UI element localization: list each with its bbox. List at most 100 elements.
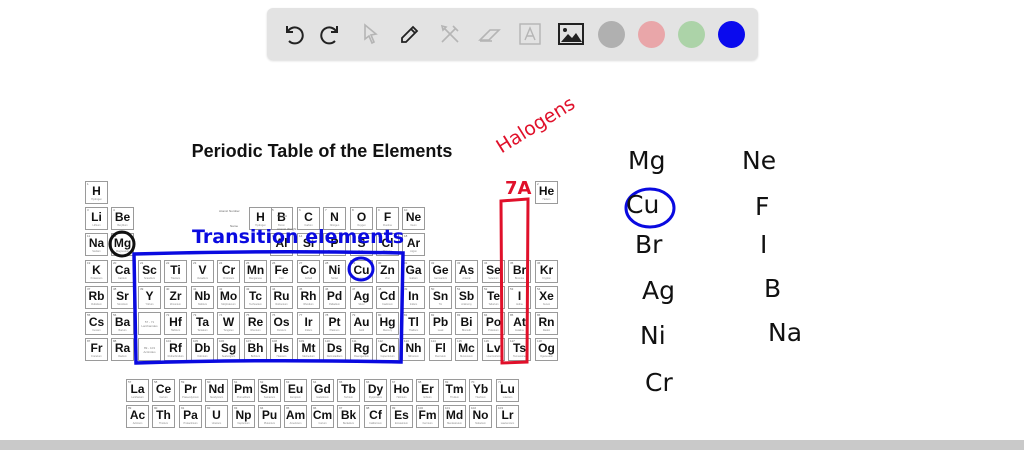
element-symbol: Mt <box>301 341 316 355</box>
element-symbol: No <box>472 408 489 422</box>
element-name: Astatine <box>514 329 525 332</box>
element-symbol: Tc <box>248 289 263 303</box>
element-cell-rh: 45 Rh Rhodium <box>297 286 320 309</box>
element-name: Hassium <box>276 355 287 358</box>
element-name: Plutonium <box>263 422 276 425</box>
element-symbol: Rb <box>88 289 105 303</box>
legend-symbol-label: Symbol <box>277 214 288 218</box>
element-cell-co: 27 Co Cobalt <box>297 260 320 283</box>
element-symbol: V <box>198 263 207 277</box>
element-name: Californium <box>369 422 382 425</box>
tools-button[interactable] <box>434 18 466 50</box>
element-name: Rutherfordium <box>167 355 184 358</box>
element-name: Platinum <box>329 329 340 332</box>
element-symbol: Ir <box>304 315 313 329</box>
element-name: Palladium <box>329 303 340 306</box>
element-cell-hf: 72 Hf Hafnium <box>164 312 187 335</box>
element-symbol: Db <box>194 341 211 355</box>
element-symbol: Os <box>273 315 290 329</box>
element-cell-rf: 104 Rf Rutherfordium <box>164 338 187 361</box>
color-green[interactable] <box>678 21 705 48</box>
element-cell-zn: 30 Zn Zinc <box>376 260 399 283</box>
color-gray[interactable] <box>598 21 625 48</box>
element-name: Molybdenum <box>221 303 236 306</box>
element-cell-cs: 55 Cs Cesium <box>85 312 108 335</box>
element-name: Zirconium <box>170 303 181 306</box>
element-symbol: Nb <box>194 289 211 303</box>
list-item: Br <box>635 230 663 259</box>
element-symbol: Md <box>445 408 464 422</box>
pen-tool[interactable] <box>394 18 426 50</box>
element-symbol: Ge <box>432 263 449 277</box>
element-name: Yttrium <box>145 303 154 306</box>
redo-button[interactable] <box>315 18 347 50</box>
element-name: Lithium <box>92 224 101 227</box>
lanthanides-label: 57 - 71 Lanthanides <box>141 320 158 328</box>
element-symbol: Zn <box>380 263 395 277</box>
element-symbol: Ba <box>114 315 131 329</box>
element-cell-sm: 62 Sm Samarium <box>258 379 281 402</box>
element-symbol: Co <box>300 263 317 277</box>
element-cell-er: 68 Er Erbium <box>416 379 439 402</box>
undo-button[interactable] <box>277 18 309 50</box>
element-name: Niobium <box>197 303 208 306</box>
element-name: Copper <box>357 277 366 280</box>
color-blue-selected[interactable] <box>718 21 745 48</box>
element-cell-zr: 40 Zr Zirconium <box>164 286 187 309</box>
element-name: Neptunium <box>237 422 250 425</box>
element-symbol: La <box>130 382 145 396</box>
drawing-toolbar <box>267 8 758 60</box>
element-cell-fr: 87 Fr Francium <box>85 338 108 361</box>
element-name: Iodine <box>516 303 523 306</box>
group-7a-label: 7A <box>505 178 532 199</box>
element-symbol: Sn <box>432 289 449 303</box>
element-cell-sr: 38 Sr Strontium <box>111 286 134 309</box>
element-name: Cobalt <box>304 277 313 280</box>
element-symbol: Sr <box>116 289 129 303</box>
element-cell-mt: 109 Mt Meitnerium <box>297 338 320 361</box>
element-cell-fm: 100 Fm Fermium <box>416 405 439 428</box>
element-symbol: Au <box>353 315 370 329</box>
horizontal-scrollbar[interactable] <box>0 440 1024 450</box>
element-name: Lead <box>437 329 444 332</box>
element-symbol: Xe <box>539 289 554 303</box>
element-cell-cu: 29 Cu Copper <box>350 260 373 283</box>
element-name: Curium <box>318 422 327 425</box>
element-name: Aluminum <box>275 250 288 253</box>
element-cell-tc: 43 Tc Technetium <box>244 286 267 309</box>
element-cell-ga: 31 Ga Gallium <box>402 260 425 283</box>
element-name: Samarium <box>263 396 276 399</box>
element-cell-br: 35 Br Bromine <box>508 260 531 283</box>
color-pink[interactable] <box>638 21 665 48</box>
element-symbol: Am <box>285 408 306 422</box>
element-symbol: Cu <box>353 263 370 277</box>
select-tool[interactable] <box>355 18 387 50</box>
element-cell-pm: 61 Pm Promethium <box>232 379 255 402</box>
element-symbol: Sg <box>220 341 237 355</box>
element-symbol: Fl <box>435 341 446 355</box>
element-name: Fermium <box>422 422 433 425</box>
element-symbol: Bh <box>247 341 264 355</box>
element-cell-ca: 20 Ca Calcium <box>111 260 134 283</box>
element-symbol: Tl <box>408 315 419 329</box>
element-name: Iron <box>279 277 284 280</box>
element-name: Bohrium <box>250 355 261 358</box>
element-cell-cr: 24 Cr Chromium <box>217 260 240 283</box>
image-tool[interactable] <box>555 18 587 50</box>
eraser-tool[interactable] <box>474 18 506 50</box>
element-name: Osmium <box>276 329 287 332</box>
element-cell-ag: 47 Ag Silver <box>350 286 373 309</box>
list-item: Cr <box>645 368 673 397</box>
element-cell-li: 3 Li Lithium <box>85 207 108 230</box>
element-cell-v: 23 V Vanadium <box>191 260 214 283</box>
element-cell-hs: 108 Hs Hassium <box>270 338 293 361</box>
element-cell-bi: 83 Bi Bismuth <box>455 312 478 335</box>
element-cell-la: 57 La Lanthanum <box>126 379 149 402</box>
element-symbol: Pm <box>234 382 253 396</box>
element-name: Gold <box>358 329 365 332</box>
element-symbol: Mg <box>113 236 132 250</box>
element-cell-mn: 25 Mn Manganese <box>244 260 267 283</box>
text-tool[interactable] <box>514 18 546 50</box>
element-symbol: Hs <box>273 341 290 355</box>
element-cell-dy: 66 Dy Dysprosium <box>364 379 387 402</box>
